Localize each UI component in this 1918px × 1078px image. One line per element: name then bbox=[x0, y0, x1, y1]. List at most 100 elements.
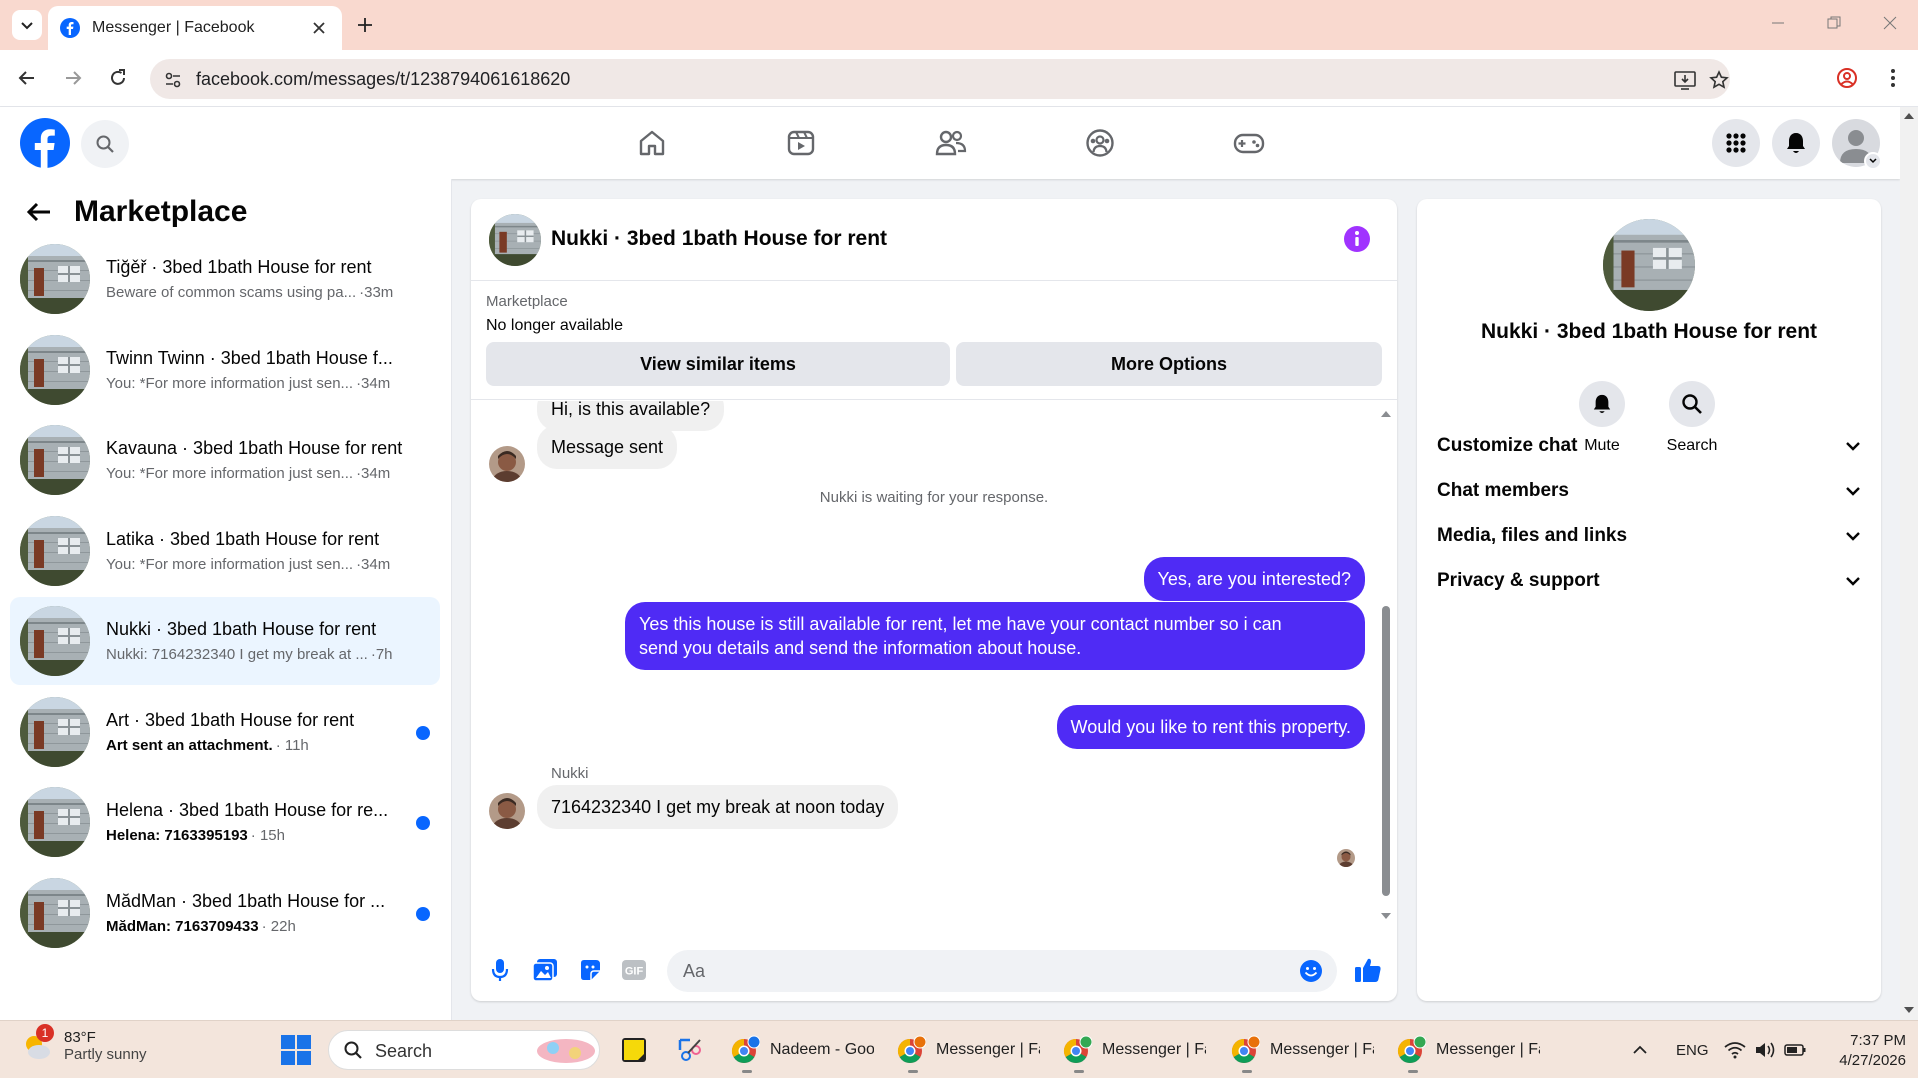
forward-button[interactable] bbox=[56, 61, 90, 95]
bookmark-star-icon[interactable] bbox=[1708, 69, 1730, 91]
details-section-row[interactable]: Chat members bbox=[1437, 471, 1861, 511]
tab-messenger[interactable]: Messenger | Facebook bbox=[48, 6, 342, 50]
conversation-item[interactable]: Kavauna · 3bed 1bath House for rent You: … bbox=[10, 416, 440, 504]
conversation-time: · 22h bbox=[261, 918, 296, 935]
profile-button[interactable] bbox=[1830, 61, 1864, 95]
site-info-icon[interactable] bbox=[162, 69, 184, 91]
browser-menu-button[interactable] bbox=[1876, 61, 1910, 95]
photo-icon[interactable] bbox=[530, 955, 560, 985]
arrow-left-icon bbox=[18, 71, 34, 85]
address-bar[interactable]: facebook.com/messages/t/1238794061618620 bbox=[150, 59, 1730, 99]
running-indicator bbox=[742, 1070, 752, 1073]
show-hidden-icons[interactable] bbox=[1632, 1021, 1648, 1078]
conversation-avatar bbox=[20, 516, 90, 586]
details-avatar[interactable] bbox=[1603, 219, 1695, 311]
conversation-item[interactable]: Twinn Twinn · 3bed 1bath House f... You: … bbox=[10, 326, 440, 414]
details-section-row[interactable]: Customize chat bbox=[1437, 426, 1861, 466]
conversation-item[interactable]: Helena · 3bed 1bath House for re... Helen… bbox=[10, 778, 440, 866]
running-indicator bbox=[908, 1070, 918, 1073]
groups-icon bbox=[1086, 129, 1114, 157]
tab-search-button[interactable] bbox=[12, 10, 42, 40]
home-icon bbox=[639, 130, 665, 156]
menu-button[interactable] bbox=[1712, 119, 1760, 167]
microphone-icon[interactable] bbox=[485, 955, 515, 985]
chevron-down-icon bbox=[1846, 532, 1860, 541]
sender-avatar bbox=[489, 446, 525, 482]
install-app-icon[interactable] bbox=[1674, 69, 1696, 91]
thumbs-up-icon[interactable] bbox=[1353, 955, 1383, 985]
conversation-item[interactable]: Tiğěř · 3bed 1bath House for rent Beware … bbox=[10, 235, 440, 323]
info-icon[interactable] bbox=[1343, 225, 1371, 253]
taskbar-chrome-window[interactable]: Messenger | Fa bbox=[1062, 1029, 1206, 1073]
chat-avatar[interactable] bbox=[489, 214, 541, 266]
chat-scroll-thumb[interactable] bbox=[1382, 606, 1390, 896]
url-text[interactable]: facebook.com/messages/t/1238794061618620 bbox=[196, 69, 570, 90]
taskbar-window-label: Nadeem - Goo bbox=[770, 1041, 874, 1058]
sticker-icon[interactable] bbox=[575, 955, 605, 985]
chat-title[interactable]: Nukki · 3bed 1bath House for rent bbox=[551, 227, 887, 251]
details-section-row[interactable]: Media, files and links bbox=[1437, 516, 1861, 556]
new-tab-button[interactable] bbox=[352, 12, 378, 38]
search-icon bbox=[1682, 394, 1702, 414]
message-input[interactable]: Aa bbox=[667, 950, 1337, 992]
conversation-name: Latika · 3bed 1bath House for rent bbox=[106, 529, 380, 549]
conversation-item[interactable]: Art · 3bed 1bath House for rent Art sent … bbox=[10, 688, 440, 776]
conversation-preview: You: *For more information just sen... bbox=[106, 375, 354, 392]
weather-widget[interactable]: 1 83°F Partly sunny bbox=[20, 1024, 147, 1063]
taskbar-chrome-window[interactable]: Messenger | Fa bbox=[896, 1029, 1040, 1073]
nav-groups[interactable] bbox=[1045, 117, 1155, 169]
view-similar-items-button[interactable]: View similar items bbox=[486, 342, 950, 386]
details-section-row[interactable]: Privacy & support bbox=[1437, 561, 1861, 601]
conversation-item[interactable]: Nukki · 3bed 1bath House for rent Nukki: … bbox=[10, 597, 440, 685]
battery-icon bbox=[1784, 1044, 1806, 1056]
conversation-name: Kavauna · 3bed 1bath House for rent bbox=[106, 438, 403, 458]
nav-watch[interactable] bbox=[746, 117, 856, 169]
facebook-search-button[interactable] bbox=[81, 120, 129, 168]
reload-button[interactable] bbox=[101, 61, 135, 95]
taskbar-snipping-tool[interactable] bbox=[676, 1029, 704, 1071]
marketplace-header: Marketplace bbox=[26, 195, 247, 229]
taskbar-sticky-notes[interactable] bbox=[620, 1029, 648, 1071]
conversation-avatar bbox=[20, 335, 90, 405]
close-tab-icon[interactable] bbox=[308, 17, 330, 39]
back-arrow-icon[interactable] bbox=[26, 201, 52, 223]
clock-date: 4/27/2026 bbox=[1839, 1052, 1906, 1069]
nav-home[interactable] bbox=[597, 117, 707, 169]
restore-button[interactable] bbox=[1814, 8, 1854, 38]
wifi-icon bbox=[1724, 1042, 1746, 1059]
weather-badge: 1 bbox=[36, 1024, 54, 1042]
taskbar-chrome-window[interactable]: Nadeem - Goo bbox=[730, 1029, 874, 1073]
notifications-button[interactable] bbox=[1772, 119, 1820, 167]
minimize-button[interactable] bbox=[1758, 8, 1798, 38]
plus-icon bbox=[358, 18, 372, 32]
taskbar-search[interactable]: Search bbox=[328, 1030, 600, 1070]
conversation-item[interactable]: Latika · 3bed 1bath House for rent You: *… bbox=[10, 507, 440, 595]
incoming-message: 7164232340 I get my break at noon today bbox=[537, 785, 899, 829]
gif-icon[interactable]: GIF bbox=[619, 955, 649, 985]
language-indicator[interactable]: ENG bbox=[1676, 1021, 1709, 1078]
clock-time: 7:37 PM bbox=[1850, 1032, 1906, 1049]
chevron-up-icon bbox=[1633, 1045, 1647, 1054]
more-options-button[interactable]: More Options bbox=[956, 342, 1382, 386]
nav-gaming[interactable] bbox=[1194, 117, 1304, 169]
incoming-message: Message sent bbox=[537, 425, 678, 469]
back-button[interactable] bbox=[10, 61, 44, 95]
chrome-icon bbox=[731, 1035, 760, 1064]
nav-friends[interactable] bbox=[896, 117, 1006, 169]
taskbar-chrome-window[interactable]: Messenger | Fa bbox=[1230, 1029, 1374, 1073]
account-chevron-icon[interactable] bbox=[1864, 152, 1882, 170]
facebook-logo-icon[interactable] bbox=[19, 117, 71, 169]
taskbar-clock[interactable]: 7:37 PM 4/27/2026 bbox=[1824, 1031, 1906, 1071]
conversation-name: Tiğěř · 3bed 1bath House for rent bbox=[106, 257, 372, 277]
emoji-icon[interactable] bbox=[1299, 959, 1323, 983]
conversation-item[interactable]: MădMan · 3bed 1bath House for ... MădMan:… bbox=[10, 869, 440, 957]
windows-start-icon[interactable] bbox=[280, 1034, 312, 1066]
close-window-button[interactable] bbox=[1870, 8, 1910, 38]
conversation-preview: MădMan: 7163709433 bbox=[106, 918, 259, 935]
conversation-avatar bbox=[20, 244, 90, 314]
page-scrollbar[interactable] bbox=[1900, 107, 1918, 1020]
chat-panel: Nukki · 3bed 1bath House for rent Market… bbox=[471, 199, 1397, 1001]
system-tray[interactable] bbox=[1724, 1021, 1806, 1078]
taskbar-chrome-window[interactable]: Messenger | Fa bbox=[1396, 1029, 1540, 1073]
conversation-avatar bbox=[20, 878, 90, 948]
